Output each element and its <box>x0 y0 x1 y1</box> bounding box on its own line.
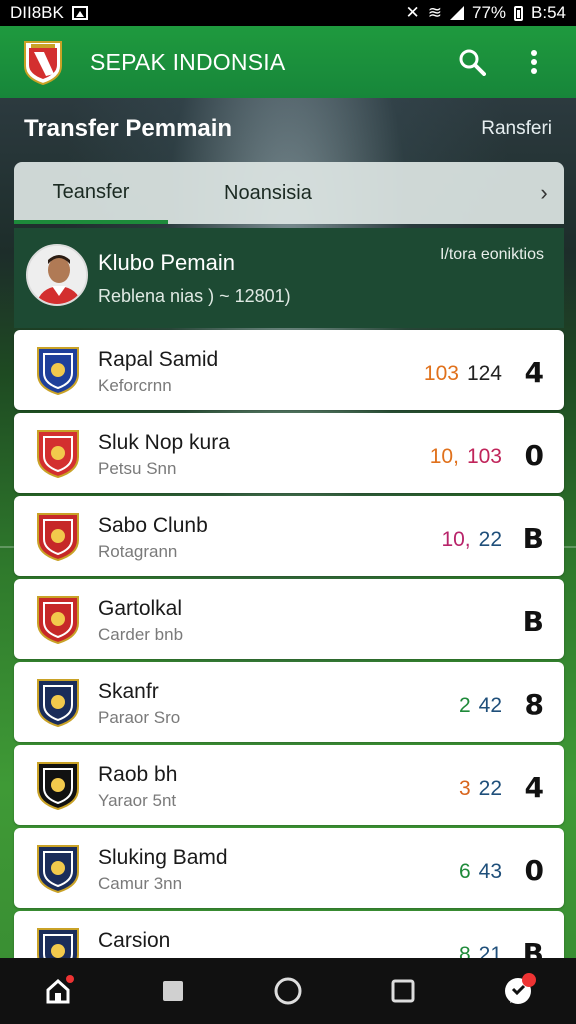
club-stat-2: 43 <box>478 860 502 883</box>
navigation-bar <box>0 958 576 1024</box>
club-name: Sluk Nop kura <box>98 431 230 454</box>
club-score: B <box>522 605 544 638</box>
club-name: Gartolkal <box>98 597 183 620</box>
chevron-right-icon[interactable]: › <box>524 180 564 206</box>
club-stats: 103 124 <box>424 362 502 386</box>
club-score: 0 <box>524 439 544 472</box>
club-score: 4 <box>524 356 544 389</box>
club-stats: 2 42 <box>459 694 502 718</box>
club-stat-1: 103 <box>423 362 459 385</box>
app-title: SEPAK INDONSIA <box>90 48 286 75</box>
club-stat-1: 10, <box>441 528 471 551</box>
club-stat-2: 22 <box>478 528 502 551</box>
club-subtitle: Carder bnb <box>98 625 184 644</box>
club-name: Rapal Samid <box>98 348 219 371</box>
crest-icon <box>34 593 82 645</box>
club-subtitle: Petsu Snn <box>98 459 177 478</box>
club-row[interactable]: Rapal Samid Keforcrnn 103 124 4 <box>14 330 564 410</box>
search-icon[interactable] <box>452 42 492 82</box>
recent-apps-icon[interactable] <box>379 967 427 1015</box>
crest-icon <box>34 427 82 479</box>
home-badge <box>65 975 74 983</box>
club-stats: 10, 103 <box>430 445 502 469</box>
crest-icon <box>34 344 82 396</box>
club-row[interactable]: Sluk Nop kura Petsu Snn 10, 103 0 <box>14 413 564 493</box>
club-name: Carsion <box>98 929 171 952</box>
featured-name: Klubo Pemain <box>98 250 235 275</box>
club-stats: 10, 22 <box>441 528 502 552</box>
club-stat-1: 10, <box>429 445 459 468</box>
club-row[interactable]: Skanfr Paraor Sro 2 42 8 <box>14 662 564 742</box>
club-row[interactable]: Gartolkal Carder bnb B <box>14 579 564 659</box>
section-header: Transfer Pemmain Ransferi <box>24 112 552 146</box>
club-subtitle: Keforcrnn <box>98 376 172 395</box>
club-stat-2: 124 <box>466 362 502 385</box>
club-row[interactable]: Sabo Clunb Rotagrann 10, 22 B <box>14 496 564 576</box>
section-right-link[interactable]: Ransferi <box>481 118 552 140</box>
club-row[interactable]: Sluking Bamd Camur 3nn 6 43 0 <box>14 828 564 908</box>
wifi-icon: ≋ <box>427 3 442 22</box>
player-avatar <box>26 244 88 306</box>
crest-icon <box>34 842 82 894</box>
club-name: Sluking Bamd <box>98 846 228 869</box>
chat-icon[interactable] <box>494 967 542 1015</box>
featured-subtitle: Reblena nias ) ~ 12801) <box>98 286 291 306</box>
more-options-icon[interactable] <box>514 42 554 82</box>
club-stat-1: 3 <box>458 777 471 800</box>
status-time: B:54 <box>531 3 566 22</box>
tab-nasional[interactable]: Noansisia <box>168 182 524 205</box>
club-stat-2: 22 <box>478 777 502 800</box>
no-alarm-icon: ✕ <box>405 3 420 22</box>
section-title: Transfer Pemmain <box>24 115 233 142</box>
club-stat-2: 103 <box>466 445 502 468</box>
app-bar: SEPAK INDONSIA <box>0 26 576 98</box>
club-stat-1: 6 <box>458 860 471 883</box>
crest-icon <box>34 510 82 562</box>
club-name: Raob bh <box>98 763 178 786</box>
app-logo-icon[interactable] <box>22 38 64 86</box>
tab-transfer[interactable]: Teansfer <box>14 162 168 224</box>
club-score: 8 <box>524 688 544 721</box>
stop-square-icon[interactable] <box>149 967 197 1015</box>
featured-player-card[interactable]: Klubo Pemain Reblena nias ) ~ 12801) I/t… <box>14 228 564 328</box>
club-list: Rapal Samid Keforcrnn 103 124 4 Sluk Nop… <box>14 330 564 994</box>
club-stats: 6 43 <box>459 860 502 884</box>
club-name: Sabo Clunb <box>98 514 208 537</box>
club-subtitle: Rotagrann <box>98 542 178 561</box>
club-stats: 3 22 <box>459 777 502 801</box>
battery-icon <box>514 5 524 21</box>
club-stat-2: 42 <box>478 694 502 717</box>
club-subtitle: Paraor Sro <box>98 708 181 727</box>
club-name: Skanfr <box>98 680 159 703</box>
home-circle-icon[interactable] <box>264 967 312 1015</box>
club-stat-1: 2 <box>458 694 471 717</box>
club-subtitle: Yaraor 5nt <box>98 791 177 810</box>
featured-more-link[interactable]: I/tora eoniktios <box>440 246 544 264</box>
club-score: B <box>522 522 544 555</box>
status-left-text: DII8BK <box>10 3 64 22</box>
status-bar: DII8BK ✕ ≋ 77% B:54 <box>0 0 576 26</box>
crest-icon <box>34 676 82 728</box>
battery-percent: 77% <box>471 3 507 22</box>
club-score: 0 <box>524 854 544 887</box>
club-score: 4 <box>524 771 544 804</box>
crest-icon <box>34 759 82 811</box>
home-icon[interactable] <box>34 967 82 1015</box>
tab-bar: Teansfer Noansisia › <box>14 162 564 224</box>
club-subtitle: Camur 3nn <box>98 874 183 893</box>
club-row[interactable]: Raob bh Yaraor 5nt 3 22 4 <box>14 745 564 825</box>
signal-icon <box>449 6 464 20</box>
image-notification-icon <box>71 6 88 20</box>
